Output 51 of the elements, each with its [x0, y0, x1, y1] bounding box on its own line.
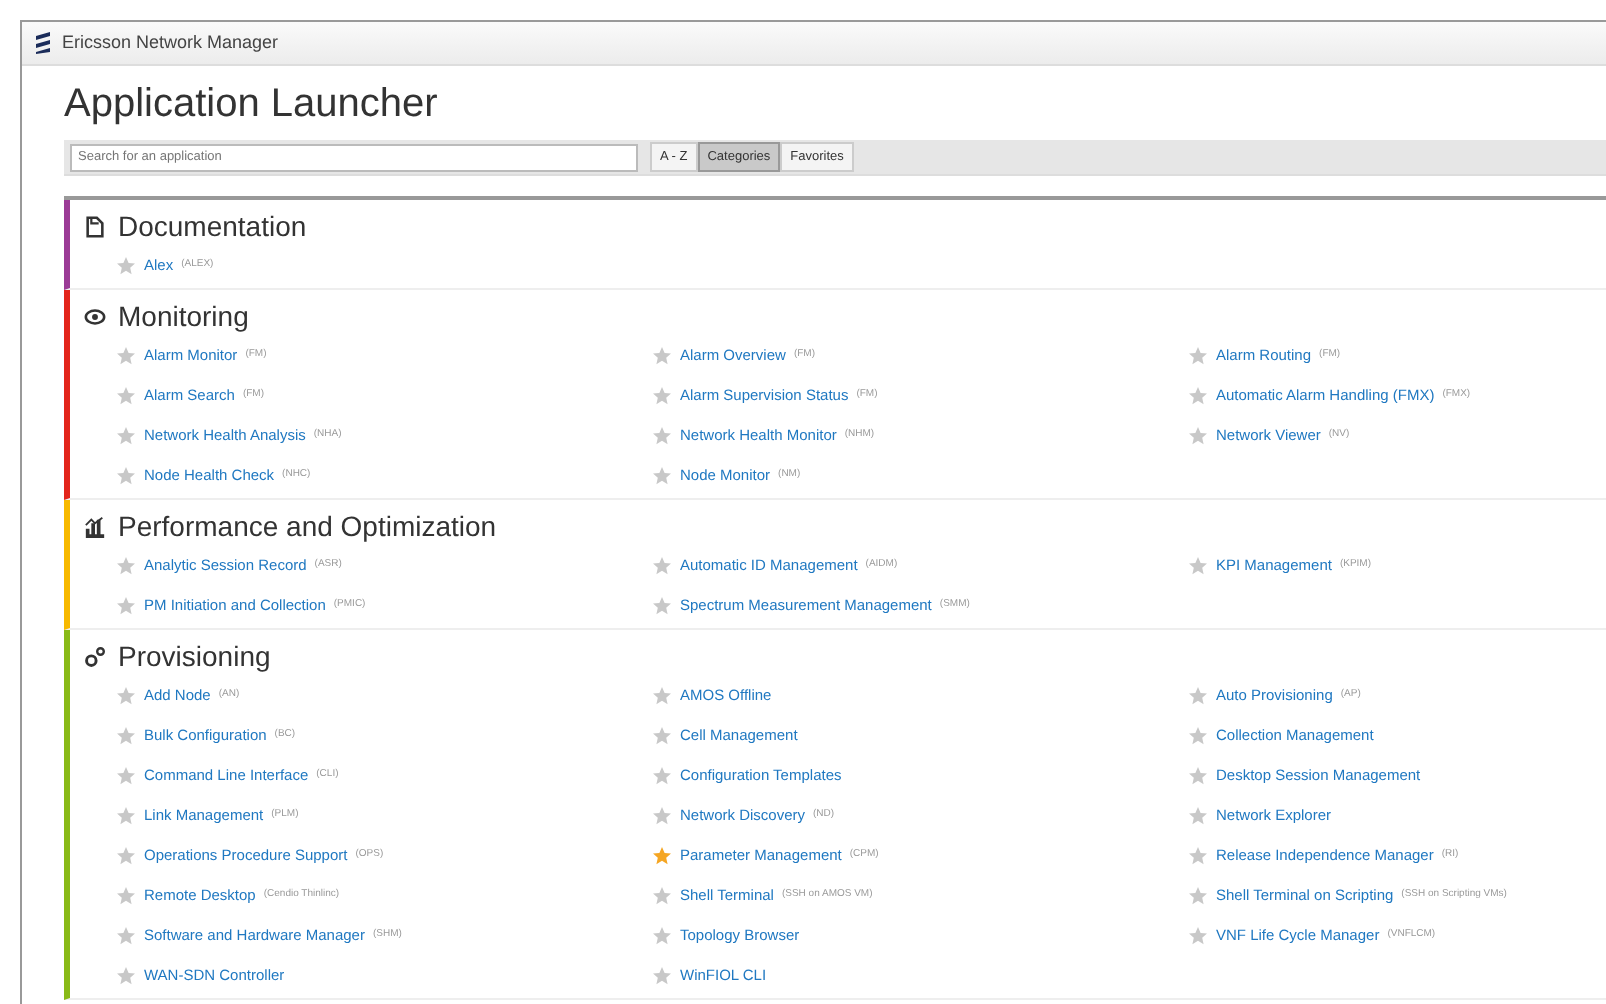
star-icon[interactable]	[116, 346, 136, 366]
star-icon[interactable]	[652, 346, 672, 366]
star-icon[interactable]	[652, 726, 672, 746]
gears-icon	[84, 645, 106, 667]
star-icon[interactable]	[1188, 386, 1208, 406]
category-title: Monitoring	[118, 298, 249, 334]
star-icon[interactable]	[1188, 726, 1208, 746]
star-icon[interactable]	[652, 966, 672, 986]
star-icon[interactable]	[116, 726, 136, 746]
star-icon[interactable]	[1188, 806, 1208, 826]
star-icon[interactable]	[116, 596, 136, 616]
star-icon[interactable]	[652, 886, 672, 906]
star-icon[interactable]	[652, 686, 672, 706]
star-icon[interactable]	[652, 846, 672, 866]
star-icon[interactable]	[1188, 426, 1208, 446]
star-icon[interactable]	[116, 426, 136, 446]
star-icon[interactable]	[1188, 886, 1208, 906]
star-icon[interactable]	[116, 466, 136, 486]
star-icon[interactable]	[116, 556, 136, 576]
star-icon[interactable]	[1188, 766, 1208, 786]
star-icon[interactable]	[652, 926, 672, 946]
chart-icon	[84, 515, 106, 537]
star-icon[interactable]	[652, 596, 672, 616]
star-icon[interactable]	[1188, 926, 1208, 946]
star-icon[interactable]	[1188, 846, 1208, 866]
star-icon[interactable]	[116, 686, 136, 706]
star-icon[interactable]	[652, 556, 672, 576]
star-icon[interactable]	[116, 766, 136, 786]
star-icon[interactable]	[1188, 346, 1208, 366]
star-icon[interactable]	[116, 806, 136, 826]
window-title: Ericsson Network Manager	[62, 29, 279, 56]
page-title: Application Launcher	[64, 80, 440, 128]
category-title: Documentation	[118, 208, 307, 244]
eye-icon	[84, 305, 106, 327]
star-icon[interactable]	[116, 886, 136, 906]
star-icon[interactable]	[116, 966, 136, 986]
star-icon[interactable]	[116, 846, 136, 866]
logo-icon	[34, 32, 52, 54]
star-icon[interactable]	[1188, 556, 1208, 576]
star-icon[interactable]	[116, 926, 136, 946]
star-icon[interactable]	[116, 386, 136, 406]
star-icon[interactable]	[652, 806, 672, 826]
star-icon[interactable]	[652, 426, 672, 446]
star-icon[interactable]	[1188, 686, 1208, 706]
star-icon[interactable]	[652, 766, 672, 786]
star-icon[interactable]	[652, 386, 672, 406]
document-icon	[84, 215, 106, 237]
category-title: Performance and Optimization	[118, 508, 497, 544]
category-title: Provisioning	[118, 638, 271, 674]
star-icon[interactable]	[116, 256, 136, 276]
star-icon[interactable]	[652, 466, 672, 486]
